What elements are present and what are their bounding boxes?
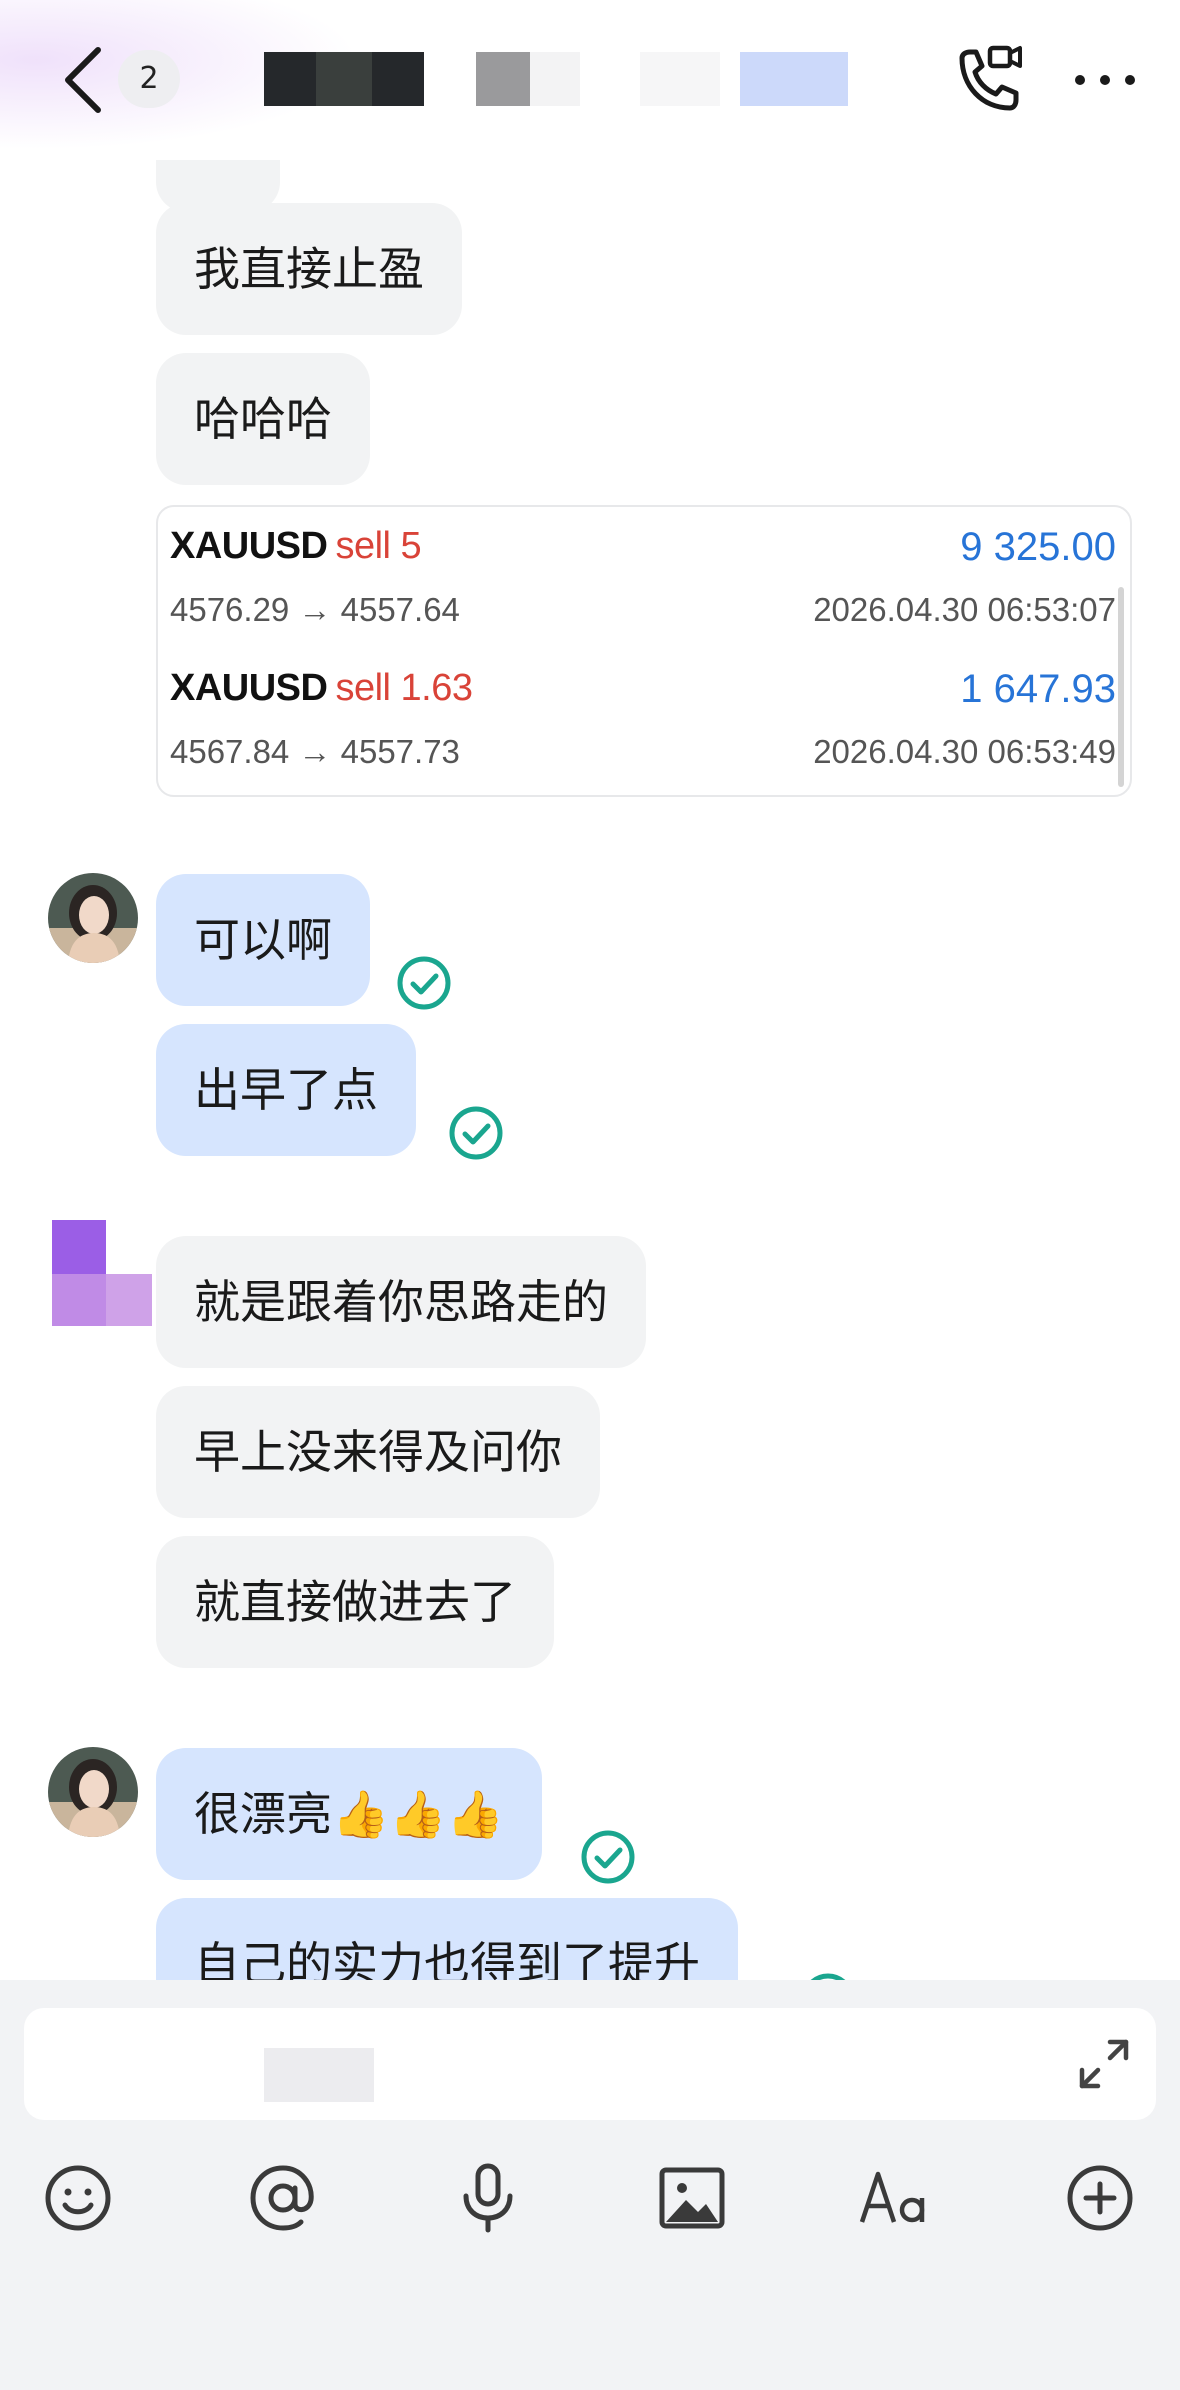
read-check-icon [449, 1106, 503, 1160]
more-actions-button[interactable] [1060, 2158, 1140, 2238]
message-input[interactable] [24, 2008, 1156, 2120]
trade-profit: 1 647.93 [960, 667, 1116, 711]
message-bubble-sent[interactable]: 出早了点 [156, 1024, 416, 1156]
draft-redacted [264, 2048, 374, 2102]
trade-result-card[interactable]: XAUUSD sell 5 9 325.00 4576.29 → 4557.64 … [156, 505, 1132, 797]
message-bubble-sent[interactable]: 很漂亮👍👍👍 [156, 1748, 542, 1880]
avatar-portrait-icon [48, 1747, 138, 1837]
message-composer [0, 1980, 1180, 2390]
avatar-contact[interactable] [52, 1220, 152, 1330]
trade-symbol: XAUUSD [170, 525, 328, 567]
trade-time: 2026.04.30 06:53:49 [813, 733, 1116, 770]
trade-row: XAUUSD sell 5 9 325.00 4576.29 → 4557.64 … [170, 507, 1116, 637]
more-options-button[interactable] [1070, 50, 1140, 110]
mention-icon [250, 2165, 314, 2231]
read-check-icon [810, 1973, 846, 1980]
avatar-self[interactable] [48, 873, 138, 963]
trade-time: 2026.04.30 06:53:07 [813, 591, 1116, 628]
image-button[interactable] [652, 2158, 732, 2238]
avatar-portrait-icon [48, 873, 138, 963]
trade-prices: 4576.29 → 4557.64 [170, 591, 460, 628]
read-check-icon [397, 956, 451, 1010]
phone-video-icon [959, 45, 1022, 111]
mention-button[interactable] [243, 2158, 323, 2238]
message-bubble-received[interactable]: 哈哈哈 [156, 353, 370, 485]
trade-profit: 9 325.00 [960, 525, 1116, 569]
message-bubble-sent[interactable]: 可以啊 [156, 874, 370, 1006]
message-bubble-received[interactable]: 我直接止盈 [156, 203, 462, 335]
text-format-icon [859, 2171, 925, 2223]
microphone-icon [463, 2163, 513, 2233]
image-icon [659, 2167, 725, 2229]
unread-count-badge[interactable]: 2 [118, 50, 180, 108]
trade-row: XAUUSD sell 1.63 1 647.93 4567.84 → 4557.… [170, 649, 1116, 779]
message-list[interactable]: 我直接止盈 哈哈哈 XAUUSD sell 5 9 325.00 4576.29 … [0, 160, 1180, 1980]
expand-arrows-icon [1079, 2039, 1129, 2089]
card-scrollbar[interactable] [1118, 587, 1124, 787]
expand-input-button[interactable] [1074, 2034, 1134, 2094]
emoji-icon [45, 2165, 111, 2231]
avatar-self[interactable] [48, 1747, 138, 1837]
back-button[interactable] [56, 40, 116, 120]
read-check-icon [581, 1830, 635, 1884]
message-bubble-received[interactable]: 就直接做进去了 [156, 1536, 554, 1668]
text-format-button[interactable] [856, 2158, 936, 2238]
chat-header: 2 [0, 0, 1180, 160]
message-bubble-received[interactable]: 就是跟着你思路走的 [156, 1236, 646, 1368]
chevron-left-icon [65, 47, 101, 113]
trade-prices: 4567.84 → 4557.73 [170, 733, 460, 770]
message-bubble-received[interactable]: 早上没来得及问你 [156, 1386, 600, 1518]
voice-video-call-button[interactable] [948, 40, 1028, 120]
voice-input-button[interactable] [448, 2158, 528, 2238]
more-dots-icon [1075, 75, 1135, 85]
emoji-button[interactable] [38, 2158, 118, 2238]
trade-side: sell 5 [335, 525, 422, 567]
trade-symbol: XAUUSD [170, 667, 328, 709]
plus-icon [1067, 2165, 1133, 2231]
trade-side: sell 1.63 [335, 667, 473, 709]
message-bubble-sent[interactable]: 自己的实力也得到了提升 [156, 1898, 738, 1980]
